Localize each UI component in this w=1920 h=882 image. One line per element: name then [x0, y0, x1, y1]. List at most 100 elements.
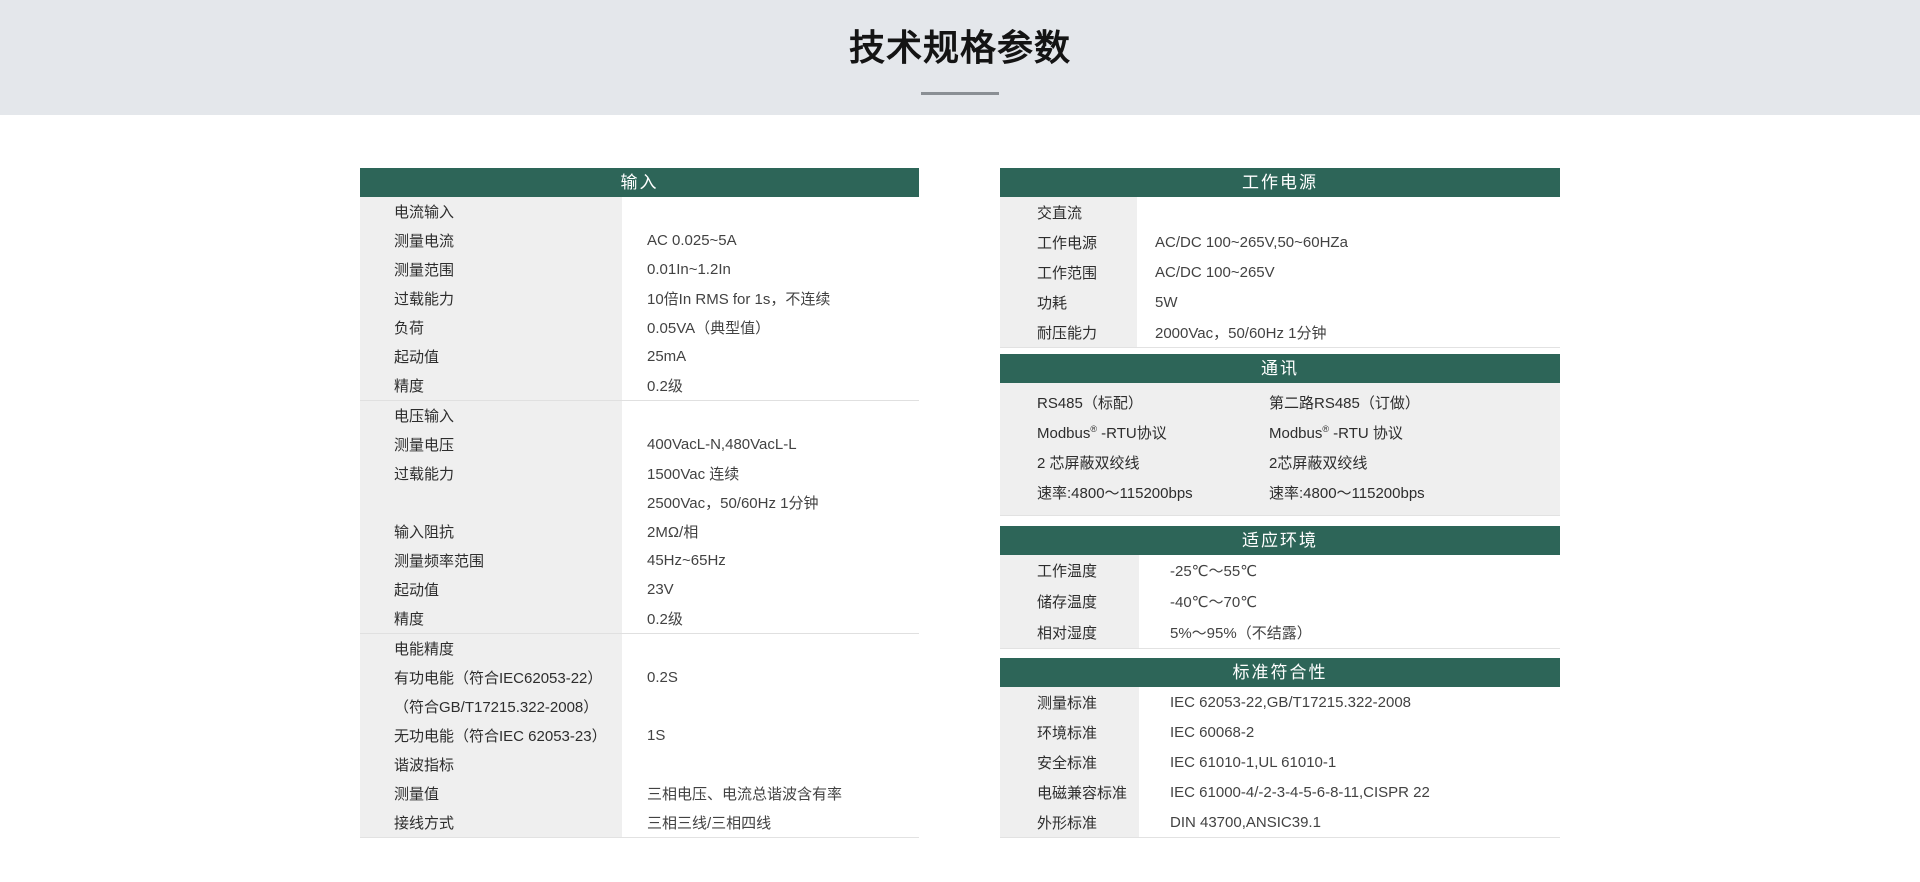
row-label: 无功电能（符合IEC 62053-23） — [360, 721, 622, 750]
spec-row: 测量电流 AC 0.025~5A — [360, 226, 919, 255]
row-label: 工作温度 — [1000, 555, 1139, 586]
row-value: 25mA — [622, 342, 919, 371]
row-label: 工作范围 — [1000, 257, 1137, 287]
spec-row: 工作温度 -25℃～55℃ — [1000, 555, 1560, 586]
spec-row: 电流输入 — [360, 197, 919, 226]
spec-row: 测量范围 0.01In~1.2In — [360, 255, 919, 284]
row-value: AC/DC 100~265V — [1137, 257, 1560, 287]
comm-rate: 速率:4800～115200bps — [1269, 485, 1425, 502]
row-value: 0.2S — [622, 663, 919, 692]
page-header-band: 技术规格参数 — [0, 0, 1920, 115]
row-label: 测量频率范围 — [360, 546, 622, 575]
row-label: 过载能力 — [360, 459, 622, 488]
row-value: 5W — [1137, 287, 1560, 317]
row-label: 接线方式 — [360, 808, 622, 837]
comm-channel-secondary: 第二路RS485（订做） Modbus® -RTU 协议 2芯屏蔽双绞线 速率:… — [1269, 389, 1560, 509]
row-label: 电压输入 — [360, 401, 622, 430]
row-value: 三相电压、电流总谐波含有率 — [622, 779, 919, 808]
right-column: 工作电源 交直流 工作电源 AC/DC 100~265V,50~60HZa 工作范… — [1000, 168, 1560, 838]
spec-row: 输入阻抗 2MΩ/相 — [360, 517, 919, 546]
row-label: 工作电源 — [1000, 227, 1137, 257]
row-value: 0.2级 — [622, 371, 919, 400]
row-label: 有功电能（符合IEC62053-22） — [360, 663, 622, 692]
comm-wire: 2 芯屏蔽双绞线 — [1037, 455, 1140, 472]
table-header-environment: 适应环境 — [1000, 526, 1560, 555]
row-label: 谐波指标 — [360, 750, 622, 779]
row-value: 1500Vac 连续 — [622, 459, 919, 488]
row-value — [622, 197, 919, 226]
comm-wire: 2芯屏蔽双绞线 — [1269, 455, 1368, 472]
row-label: 安全标准 — [1000, 747, 1139, 777]
row-label: 储存温度 — [1000, 586, 1139, 617]
row-label: 起动值 — [360, 342, 622, 371]
row-label: 精度 — [360, 371, 622, 400]
comm-protocol-rest: -RTU 协议 — [1329, 425, 1403, 442]
row-value: 2000Vac，50/60Hz 1分钟 — [1137, 317, 1560, 347]
row-label: 相对湿度 — [1000, 617, 1139, 648]
comm-rate: 速率:4800～115200bps — [1037, 485, 1193, 502]
title-underline — [921, 92, 999, 95]
spec-row: 交直流 — [1000, 197, 1560, 227]
spec-row: 谐波指标 — [360, 750, 919, 779]
row-value: -40℃～70℃ — [1139, 586, 1560, 617]
spec-row: 测量值 三相电压、电流总谐波含有率 — [360, 779, 919, 808]
comm-protocol-name: Modbus — [1037, 425, 1091, 442]
spec-row: 测量电压 400VacL-N,480VacL-L — [360, 430, 919, 459]
comm-protocol: Modbus® -RTU 协议 — [1269, 419, 1560, 449]
row-value — [622, 401, 919, 430]
row-label: 电能精度 — [360, 634, 622, 663]
row-value: 0.05VA（典型值） — [622, 313, 919, 342]
spec-row: 2500Vac，50/60Hz 1分钟 — [360, 488, 919, 517]
row-value: IEC 61010-1,UL 61010-1 — [1139, 747, 1560, 777]
comm-protocol-rest: -RTU协议 — [1097, 425, 1167, 442]
row-value: 23V — [622, 575, 919, 604]
row-label: 输入阻抗 — [360, 517, 622, 546]
comm-channel-name: RS485（标配） — [1037, 395, 1143, 412]
spec-row: 精度 0.2级 — [360, 604, 919, 633]
spec-row: 起动值 23V — [360, 575, 919, 604]
row-value: -25℃～55℃ — [1139, 555, 1560, 586]
spec-row: 无功电能（符合IEC 62053-23） 1S — [360, 721, 919, 750]
row-value: 2500Vac，50/60Hz 1分钟 — [622, 488, 919, 517]
spec-table-environment: 适应环境 工作温度 -25℃～55℃ 储存温度 -40℃～70℃ 相对湿度 5%～95… — [1000, 526, 1560, 649]
row-label: 起动值 — [360, 575, 622, 604]
spec-content: 输入 电流输入 测量电流 AC 0.025~5A 测量范围 0.01In~1.2In… — [0, 168, 1920, 838]
row-value: IEC 60068-2 — [1139, 717, 1560, 747]
row-value: 三相三线/三相四线 — [622, 808, 919, 837]
spec-row: 起动值 25mA — [360, 342, 919, 371]
row-value: AC/DC 100~265V,50~60HZa — [1137, 227, 1560, 257]
row-value: 5%～95%（不结露） — [1139, 617, 1560, 648]
row-value — [622, 634, 919, 663]
row-label: 外形标准 — [1000, 807, 1139, 837]
row-value: 45Hz~65Hz — [622, 546, 919, 575]
comm-protocol: Modbus® -RTU协议 — [1037, 419, 1269, 449]
row-value: 400VacL-N,480VacL-L — [622, 430, 919, 459]
row-label: 交直流 — [1000, 197, 1137, 227]
spec-row: 精度 0.2级 — [360, 371, 919, 400]
comm-channel-name: 第二路RS485（订做） — [1269, 395, 1420, 412]
row-value: AC 0.025~5A — [622, 226, 919, 255]
row-label: 测量电压 — [360, 430, 622, 459]
row-label: 电流输入 — [360, 197, 622, 226]
spec-table-input: 输入 电流输入 测量电流 AC 0.025~5A 测量范围 0.01In~1.2In… — [360, 168, 919, 838]
spec-row: 测量标准 IEC 62053-22,GB/T17215.322-2008 — [1000, 687, 1560, 717]
row-label: 功耗 — [1000, 287, 1137, 317]
row-value: DIN 43700,ANSIC39.1 — [1139, 807, 1560, 837]
spec-row: 负荷 0.05VA（典型值） — [360, 313, 919, 342]
spec-row: 有功电能（符合IEC62053-22） 0.2S — [360, 663, 919, 692]
spec-row: 储存温度 -40℃～70℃ — [1000, 586, 1560, 617]
spec-table-power: 工作电源 交直流 工作电源 AC/DC 100~265V,50~60HZa 工作范… — [1000, 168, 1560, 348]
table-header-input: 输入 — [360, 168, 919, 197]
row-value: 1S — [622, 721, 919, 750]
table-body-comm: RS485（标配） Modbus® -RTU协议 2 芯屏蔽双绞线 速率:480… — [1000, 383, 1560, 516]
table-header-comm: 通讯 — [1000, 354, 1560, 383]
spec-row: 接线方式 三相三线/三相四线 — [360, 808, 919, 837]
spec-row: 工作范围 AC/DC 100~265V — [1000, 257, 1560, 287]
spec-row: 测量频率范围 45Hz~65Hz — [360, 546, 919, 575]
spec-row: 功耗 5W — [1000, 287, 1560, 317]
comm-protocol-name: Modbus — [1269, 425, 1323, 442]
row-label: 测量值 — [360, 779, 622, 808]
row-label: 测量电流 — [360, 226, 622, 255]
row-value — [622, 692, 919, 721]
spec-row: （符合GB/T17215.322-2008） — [360, 692, 919, 721]
